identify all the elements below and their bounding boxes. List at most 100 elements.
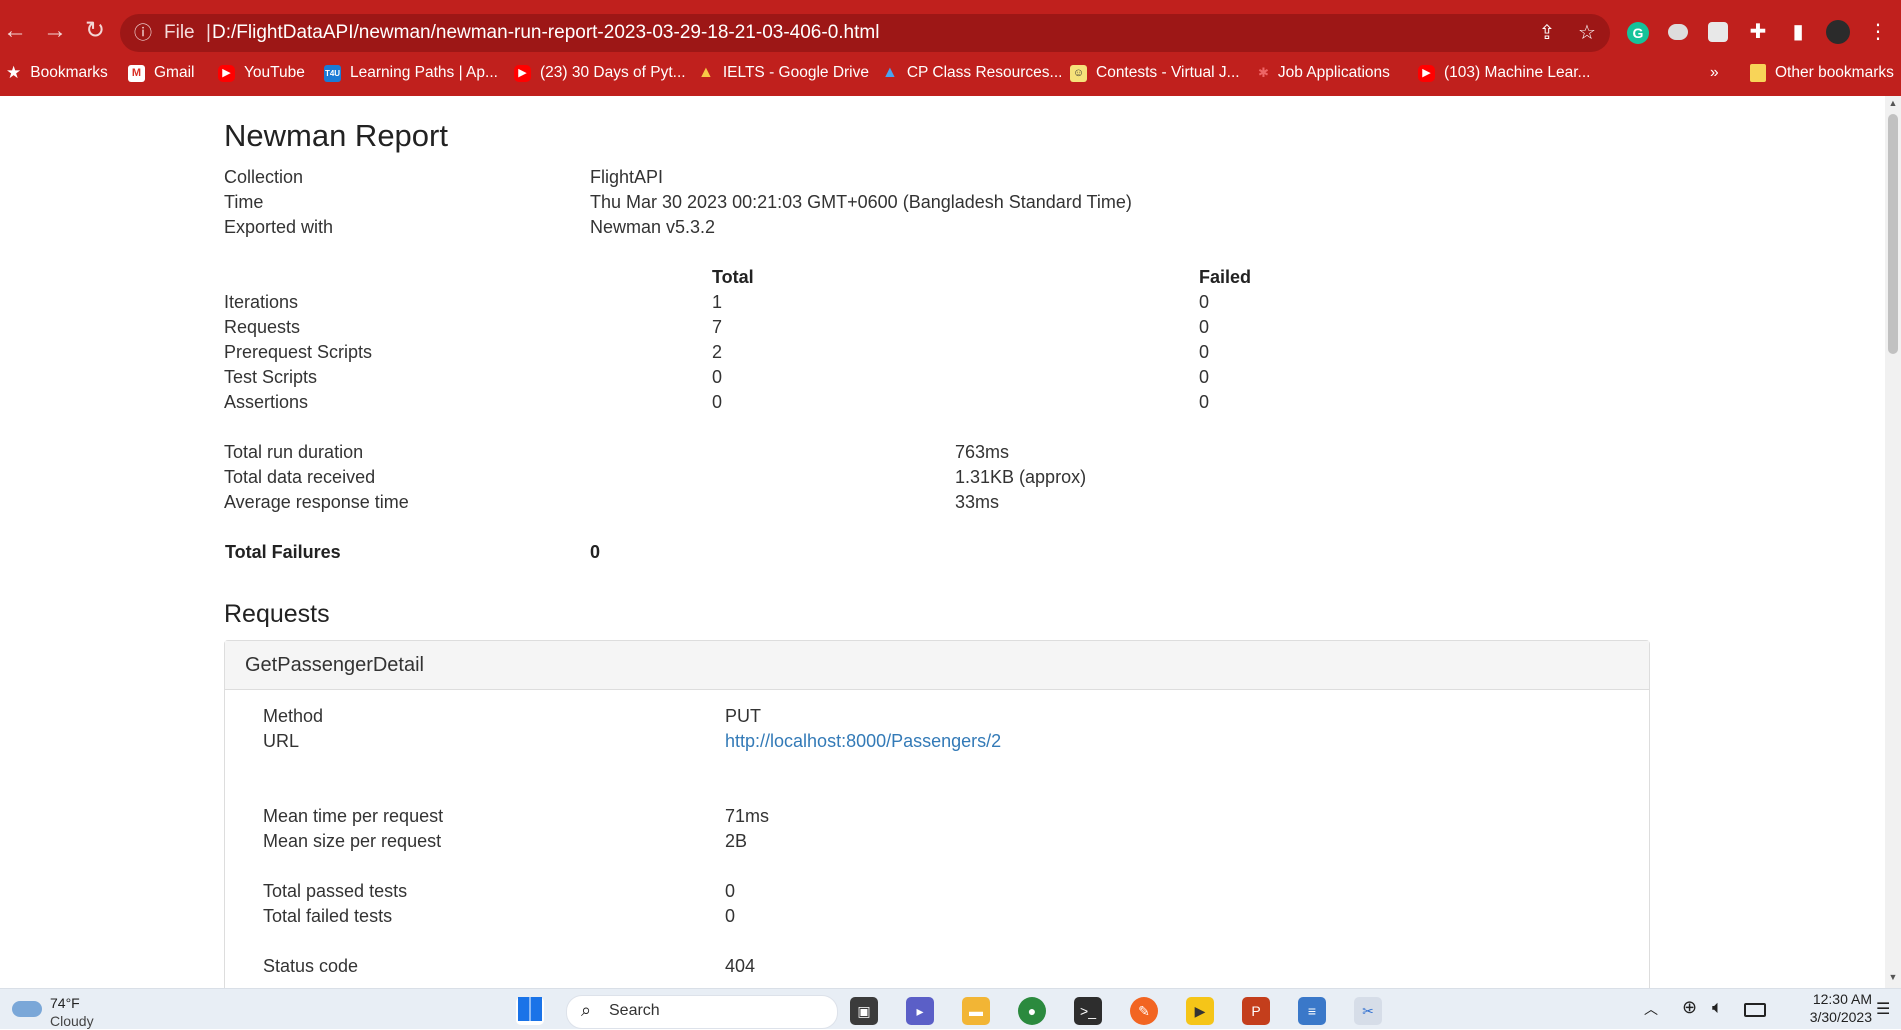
snipping-tool-icon[interactable]: ✂ (1354, 997, 1382, 1025)
page-scrollbar[interactable]: ▲ ▼ (1885, 96, 1901, 988)
search-label: Search (609, 1002, 660, 1019)
taskbar: 74°F Cloudy ⌕ Search ▣ ▸ ▬ ● >_ ✎ ▶ P ≡ … (0, 988, 1901, 1029)
bookmark-contests[interactable]: ☺ Contests - Virtual J... (1070, 58, 1240, 88)
back-arrow-icon[interactable]: ← (0, 16, 30, 46)
browser-toolbar: ← → ↻ ⓘ File | D:/FlightDataAPI/newman/n… (0, 12, 1901, 52)
address-bar[interactable]: ⓘ File | D:/FlightDataAPI/newman/newman-… (120, 14, 1610, 52)
clock-date: 3/30/2023 (1809, 1009, 1872, 1025)
address-url[interactable]: D:/FlightDataAPI/newman/newman-run-repor… (212, 14, 879, 52)
bookmark-30-days-python[interactable]: ▶ (23) 30 Days of Pyt... (514, 58, 686, 88)
scroll-up-arrow-icon[interactable]: ▲ (1885, 98, 1901, 112)
summary-total-requests: 7 (712, 317, 723, 337)
bookmark-label: YouTube (244, 64, 305, 81)
request-label-passed: Total passed tests (263, 881, 408, 901)
summary-failed-test-scripts: 0 (1199, 367, 1210, 387)
taskbar-search-box[interactable]: ⌕ Search (566, 995, 838, 1029)
notepad-icon[interactable]: ≡ (1298, 997, 1326, 1025)
grammarly-icon[interactable]: G (1624, 18, 1652, 46)
task-view-icon[interactable]: ▣ (850, 997, 878, 1025)
meta-value-exported: Newman v5.3.2 (590, 217, 716, 237)
bookmark-bookmarks[interactable]: ★ Bookmarks (6, 58, 108, 88)
request-value-passed: 0 (725, 881, 736, 901)
clock[interactable]: 12:30 AM 3/30/2023 (1782, 991, 1872, 1025)
google-drive-icon: ▲ (882, 64, 898, 81)
media-player-icon[interactable]: ▶ (1186, 997, 1214, 1025)
summary-failed-iterations: 0 (1199, 292, 1210, 312)
search-icon: ⌕ (581, 1000, 592, 1020)
powerpoint-icon[interactable]: P (1242, 997, 1270, 1025)
summary-label-assertions: Assertions (224, 392, 309, 412)
bookmark-job-applications[interactable]: ✱ Job Applications (1258, 58, 1390, 88)
request-name: GetPassengerDetail (245, 654, 424, 676)
notifications-icon[interactable]: ☰ (1876, 999, 1890, 1019)
teams-icon[interactable]: ▸ (906, 997, 934, 1025)
battery-icon[interactable] (1744, 1003, 1766, 1017)
star-icon: ★ (6, 63, 22, 82)
avatar[interactable] (1824, 18, 1852, 46)
summary-total-prerequest: 2 (712, 342, 723, 362)
file-explorer-icon[interactable]: ▬ (962, 997, 990, 1025)
stat-label-response: Average response time (224, 492, 409, 512)
weather-condition: Cloudy (50, 1013, 94, 1029)
request-url-link[interactable]: http://localhost:8000/Passengers/2 (725, 731, 1001, 752)
bookmark-cp-class[interactable]: ▲ CP Class Resources... (882, 58, 1062, 88)
stat-label-duration: Total run duration (224, 442, 364, 462)
page-title: Newman Report (224, 118, 448, 153)
bookmarks-overflow-button[interactable]: » (1710, 58, 1719, 88)
forward-arrow-icon[interactable]: → (40, 16, 70, 46)
summary-label-prerequest: Prerequest Scripts (224, 342, 373, 362)
bookmark-label: Gmail (154, 64, 195, 81)
info-icon[interactable]: ⓘ (134, 14, 152, 52)
chrome-icon[interactable]: ● (1018, 997, 1046, 1025)
bookmarks-bar: ★ Bookmarks M Gmail ▶ YouTube T4U Learni… (0, 58, 1901, 88)
stat-value-duration: 763ms (955, 442, 1010, 462)
request-label-mean-time: Mean time per request (263, 806, 444, 826)
summary-label-iterations: Iterations (224, 292, 299, 312)
extension-icon[interactable] (1664, 18, 1692, 46)
summary-failed-requests: 0 (1199, 317, 1210, 337)
bookmark-learning-paths[interactable]: T4U Learning Paths | Ap... (324, 58, 498, 88)
youtube-icon: ▶ (1418, 64, 1435, 82)
request-label-method: Method (263, 706, 324, 726)
bookmark-gmail[interactable]: M Gmail (128, 58, 194, 88)
youtube-icon: ▶ (218, 64, 235, 82)
youtube-icon: ▶ (514, 64, 531, 82)
meta-value-time: Thu Mar 30 2023 00:21:03 GMT+0600 (Bangl… (590, 192, 1132, 212)
side-panel-icon[interactable]: ▮ (1784, 18, 1812, 46)
reload-icon[interactable]: ↻ (80, 16, 110, 46)
menu-kebab-icon[interactable]: ⋮ (1864, 18, 1892, 46)
request-value-status: 404 (725, 956, 756, 976)
bookmark-label: (103) Machine Lear... (1444, 64, 1591, 81)
summary-label-test-scripts: Test Scripts (224, 367, 318, 387)
request-value-mean-time: 71ms (725, 806, 770, 826)
other-bookmarks-folder[interactable]: Other bookmarks (1750, 58, 1894, 88)
bookmark-label: IELTS - Google Drive (722, 64, 869, 81)
overflow-label: » (1710, 64, 1719, 81)
bookmark-machine-learning[interactable]: ▶ (103) Machine Lear... (1418, 58, 1590, 88)
address-separator: | (206, 22, 211, 43)
bookmark-youtube[interactable]: ▶ YouTube (218, 58, 305, 88)
stat-label-data: Total data received (224, 467, 376, 487)
bookmark-star-icon[interactable]: ☆ (1572, 14, 1602, 52)
meta-value-collection: FlightAPI (590, 167, 664, 187)
language-globe-icon[interactable]: ⊕ (1682, 997, 1697, 1018)
bookmark-label: (23) 30 Days of Pyt... (540, 64, 686, 81)
request-label-url: URL (263, 731, 300, 751)
bookmark-label: CP Class Resources... (906, 64, 1063, 81)
request-panel-header[interactable]: GetPassengerDetail (225, 641, 1649, 690)
tray-chevron-up-icon[interactable]: ︿ (1644, 999, 1658, 1019)
google-drive-icon: ▲ (698, 64, 714, 81)
scroll-thumb[interactable] (1888, 114, 1898, 354)
windows-start-icon[interactable] (516, 997, 544, 1025)
bookmark-ielts-drive[interactable]: ▲ IELTS - Google Drive (698, 58, 869, 88)
terminal-icon[interactable]: >_ (1074, 997, 1102, 1025)
summary-total-assertions: 0 (712, 392, 723, 412)
postman-icon[interactable]: ✎ (1130, 997, 1158, 1025)
pin-icon: ✱ (1258, 65, 1269, 80)
volume-icon[interactable]: 🔈︎ (1712, 997, 1723, 1018)
scroll-down-arrow-icon[interactable]: ▼ (1885, 972, 1901, 986)
share-icon[interactable]: ⇪ (1532, 14, 1562, 52)
tampermonkey-icon[interactable] (1704, 18, 1732, 46)
summary-total-test-scripts: 0 (712, 367, 723, 387)
puzzle-icon[interactable]: ✚ (1744, 18, 1772, 46)
